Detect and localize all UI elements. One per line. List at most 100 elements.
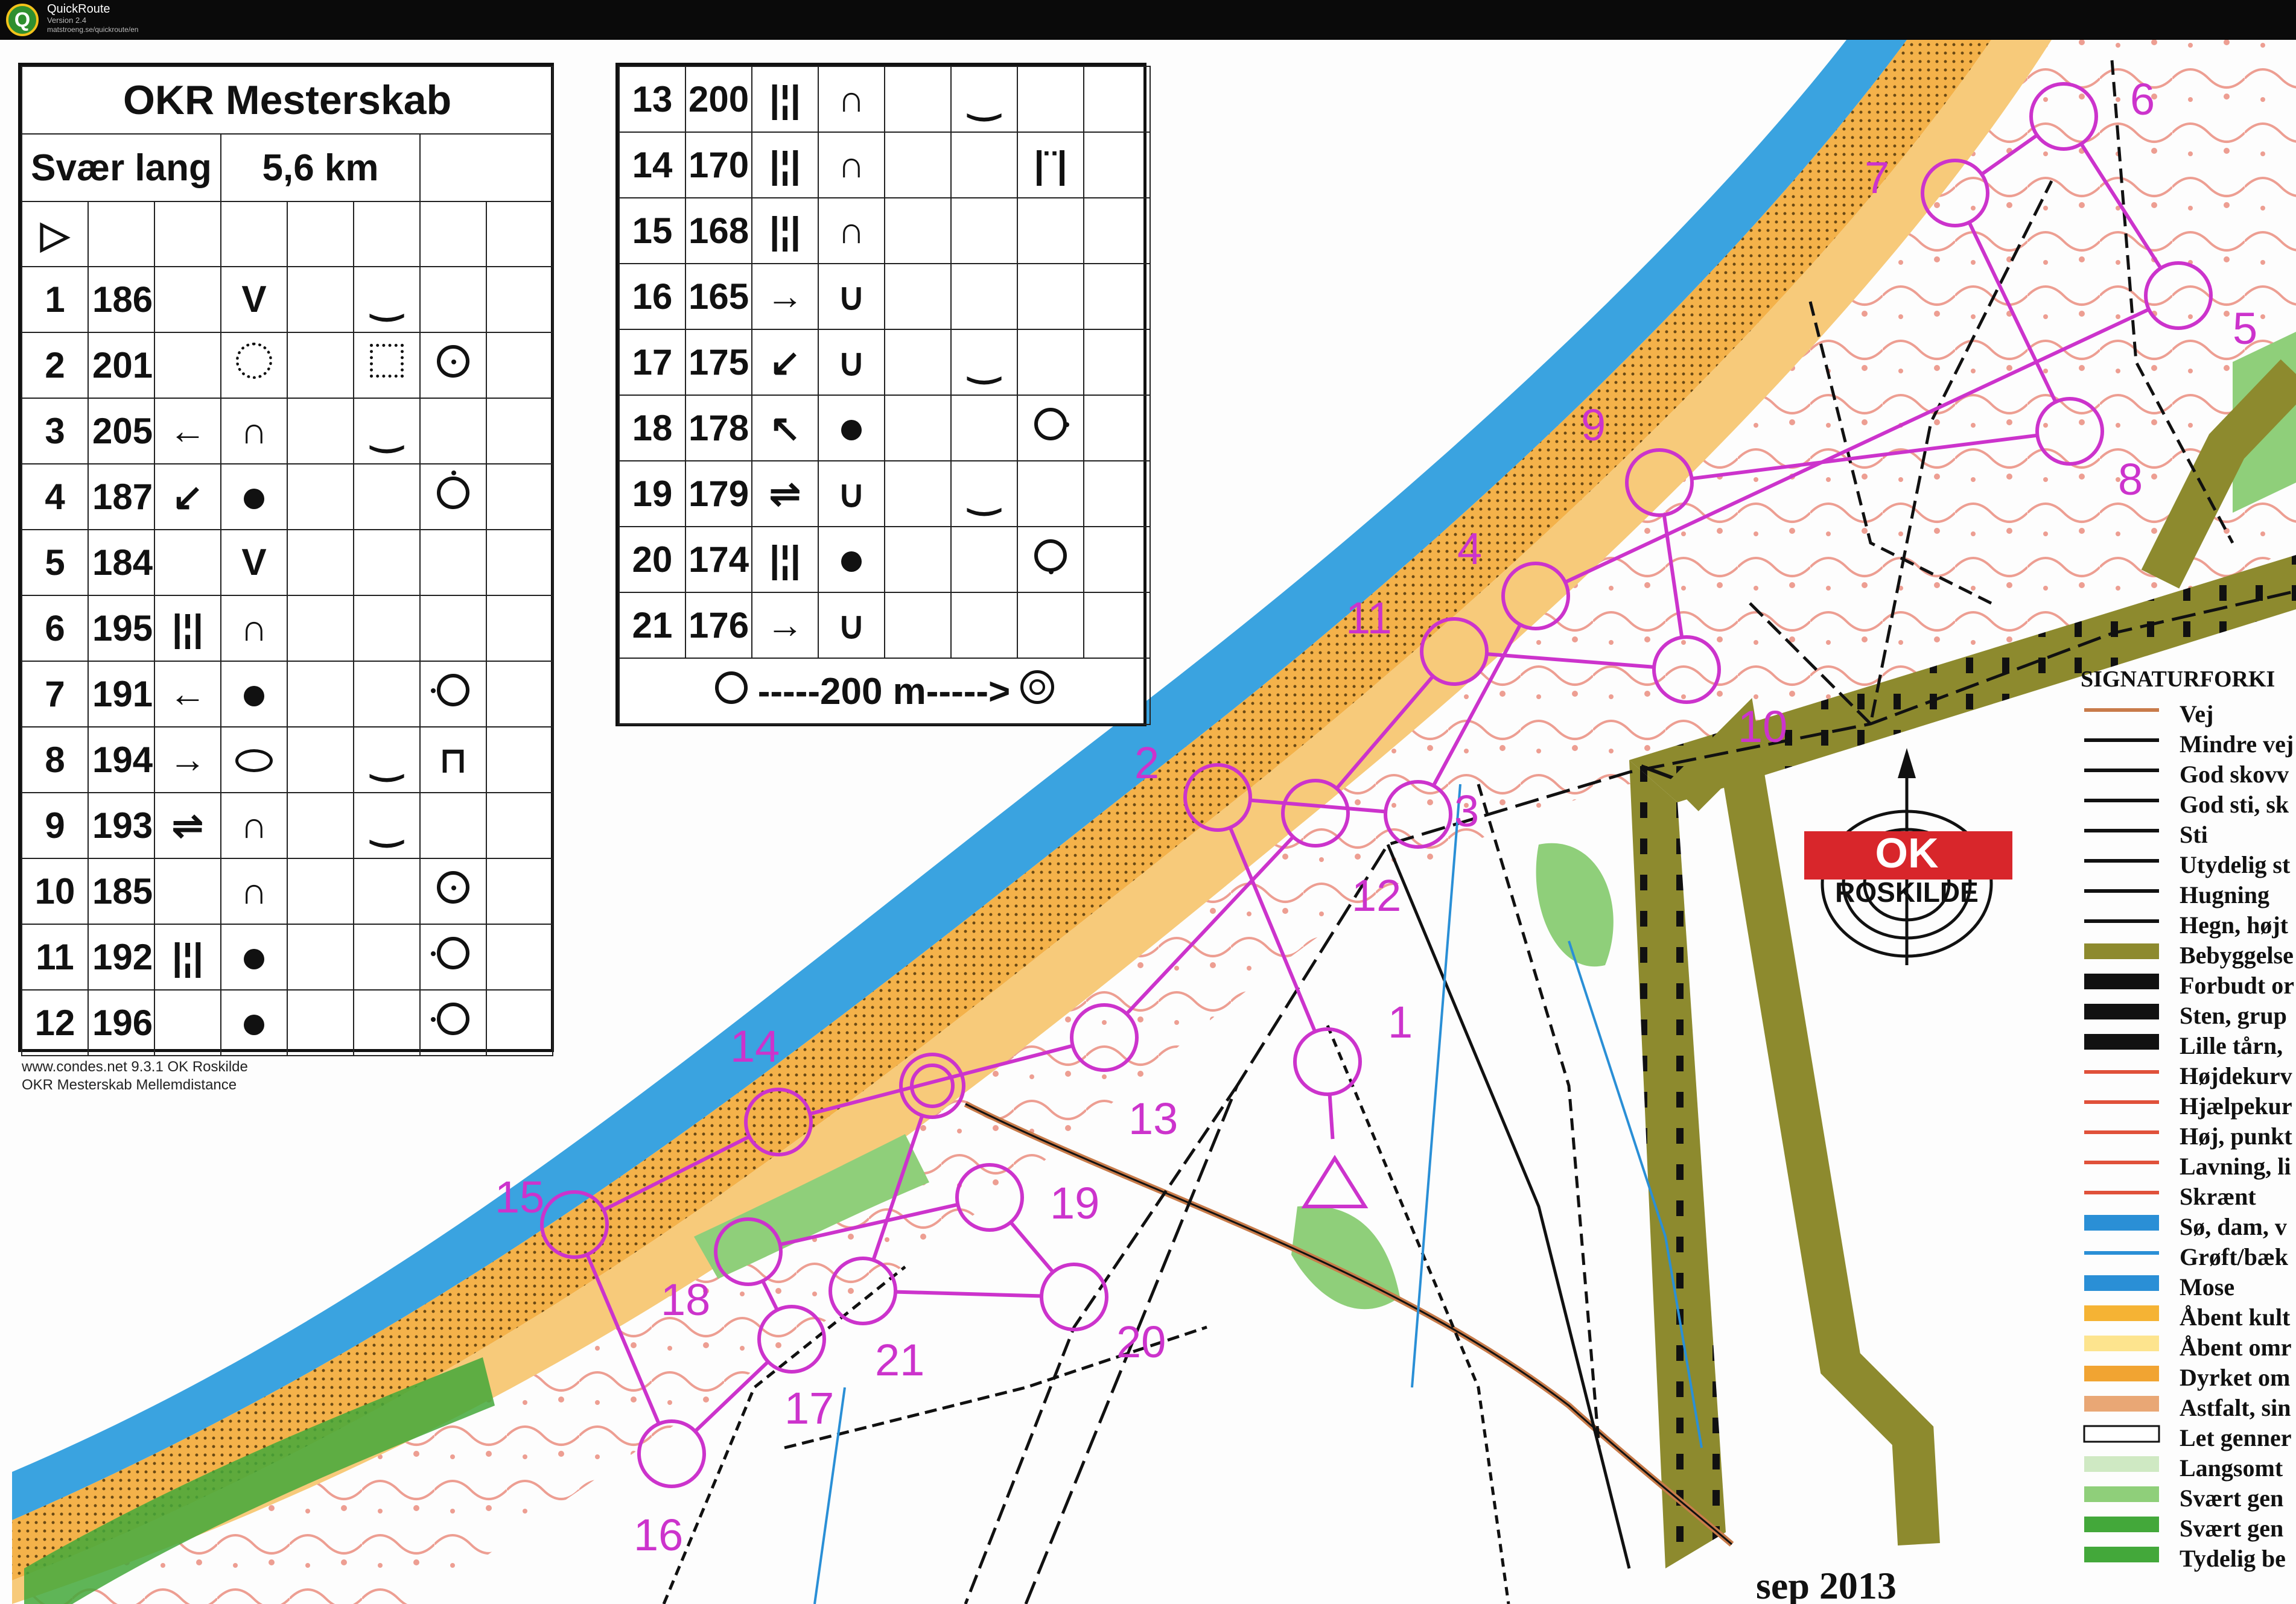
control-label: 10 [1738,702,1787,752]
legend-swatch [2084,708,2159,712]
control-label: 17 [784,1383,834,1433]
symbol-cell: ∩ [818,66,885,133]
legend-swatch [2084,919,2159,923]
app-url: matstroeng.se/quickroute/en [47,25,139,34]
control-code: 195 [87,595,155,662]
symbol-cell: ‿ [353,792,421,859]
legend-item-label: Svært gen [2180,1485,2284,1512]
control-row: 17 175 ↙ ∪ ‿ [619,329,1151,396]
legend-item-label: Dyrket om [2180,1364,2291,1391]
course-distance: 5,6 km [220,133,421,202]
circle-left-icon [419,924,487,991]
control-code: 174 [685,526,752,593]
legend-swatch [2084,1336,2159,1351]
legend-item-label: Utydelig st [2180,851,2291,878]
legend-item-label: Sø, dam, v [2180,1213,2287,1240]
control-label: 18 [661,1275,710,1325]
symbol-cell: |¦| [751,526,819,593]
control-number: 3 [21,398,89,464]
symbol-cell: |¦| [154,924,221,991]
control-label: 19 [1050,1178,1099,1228]
control-row: 21 176 → ∪ [619,592,1151,659]
control-label: 16 [634,1510,683,1560]
control-number: 4 [21,463,89,530]
symbol-cell: ∩ [220,595,288,662]
control-label: 12 [1352,870,1401,921]
control-code: 179 [685,460,752,527]
legend-swatch [2084,1366,2159,1381]
legend-swatch [2084,1070,2159,1074]
course-class: Svær lang [21,133,221,202]
legend-swatch [2084,1275,2159,1291]
legend-item-label: Sti [2180,821,2208,848]
symbol-cell: ‿ [353,266,421,333]
legend-swatch [2084,1130,2159,1134]
control-description-left: OKR Mesterskab Svær lang 5,6 km ▷ 1 186 V ‿… [18,63,554,1056]
control-label: 20 [1116,1317,1166,1367]
dot-icon [818,395,885,461]
legend-item-label: Mose [2180,1273,2235,1301]
legend-item-label: Høj, punkt [2180,1123,2292,1150]
legend-title: SIGNATURFORKI [2081,667,2275,692]
control-code: 175 [685,329,752,396]
legend-swatch [2084,1100,2159,1104]
control-code: 205 [87,398,155,464]
control-row: 4 187 ↙ [21,463,554,530]
control-code: 193 [87,792,155,859]
symbol-cell: → [751,592,819,659]
legend-swatch [2084,829,2159,832]
dotted-square-icon [353,332,421,399]
circle-dot-icon [419,332,487,399]
control-number: 14 [619,132,686,198]
circle-left-icon [419,661,487,728]
symbol-cell: ↙ [154,463,221,530]
control-number: 5 [21,529,89,596]
symbol-cell: ← [154,398,221,464]
control-number: 21 [619,592,686,659]
control-row: 16 165 → ∪ [619,263,1151,330]
course-title: OKR Mesterskab [21,66,554,135]
control-number: 20 [619,526,686,593]
symbol-cell: ← [154,661,221,728]
control-number: 13 [619,66,686,133]
control-code: 165 [685,263,752,330]
legend-item-label: Let genner [2180,1424,2292,1451]
legend-item-label: Langsomt [2180,1454,2283,1482]
legend-swatch [2084,1251,2159,1255]
legend-swatch [2084,859,2159,863]
ellipse-icon [220,726,288,793]
control-row: 10 185 ∩ [21,858,554,925]
legend-swatch [2084,738,2159,742]
control-row: 7 191 ← [21,661,554,728]
legend-swatch [2084,1191,2159,1194]
control-label: 3 [1454,786,1479,836]
dot-icon [818,526,885,593]
circle-right-icon [1017,395,1084,461]
start-triangle-icon: ▷ [21,201,89,267]
legend-swatch [2084,1215,2159,1231]
legend-item-label: Mindre vej [2180,731,2294,758]
legend-item-label: Astfalt, sin [2180,1394,2291,1421]
symbol-cell: ‿ [353,726,421,793]
symbol-cell: → [751,263,819,330]
legend-item-label: Sten, grup [2180,1002,2287,1029]
control-number: 18 [619,395,686,461]
circle-left-icon [419,989,487,1056]
control-code: 178 [685,395,752,461]
control-label: 2 [1134,738,1159,788]
symbol-cell: ∩ [220,858,288,925]
control-code: 170 [685,132,752,198]
control-label: 8 [2118,454,2143,504]
dot-icon [220,989,288,1056]
control-number: 6 [21,595,89,662]
legend-item-label: Højdekurv [2180,1062,2292,1089]
symbol-cell: |¦| [751,66,819,133]
control-number: 15 [619,197,686,264]
legend-swatch [2084,1456,2159,1472]
control-label: 7 [1865,153,1889,203]
dot-icon [220,924,288,991]
legend-item-label: God skovv [2180,761,2289,788]
symbol-cell: ∪ [818,460,885,527]
legend-swatch [2084,1034,2159,1050]
legend-swatch [2084,1517,2159,1532]
